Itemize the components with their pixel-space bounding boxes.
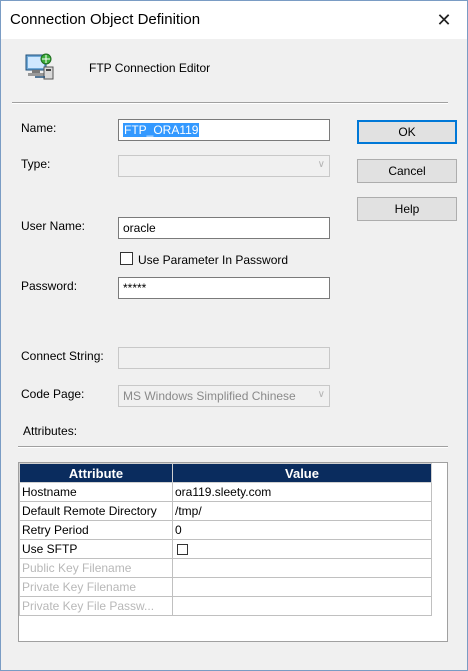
chevron-down-icon: ∨ (317, 159, 325, 170)
name-label: Name: (21, 121, 57, 135)
ok-button-label: OK (398, 125, 416, 139)
table-row[interactable]: Hostname ora119.sleety.com (19, 482, 432, 502)
dialog-window: Connection Object Definition ✕ FTP Conne… (0, 0, 468, 671)
close-icon: ✕ (436, 9, 452, 30)
name-value: FTP_ORA119 (123, 123, 200, 137)
value-cell (172, 577, 432, 597)
attributes-divider (18, 446, 448, 448)
attributes-grid[interactable]: Attribute Value Hostname ora119.sleety.c… (18, 462, 448, 642)
table-row: Private Key File Passw... (19, 596, 432, 616)
attribute-cell: Retry Period (19, 520, 173, 540)
password-label: Password: (21, 279, 78, 293)
value-cell[interactable]: /tmp/ (172, 501, 432, 521)
attribute-cell: Hostname (19, 482, 173, 502)
code-page-value: MS Windows Simplified Chinese (123, 389, 296, 403)
table-header-row: Attribute Value (19, 463, 432, 483)
table-row: Public Key Filename (19, 558, 432, 578)
chevron-down-icon: ∨ (317, 389, 325, 400)
help-button-label: Help (394, 202, 420, 216)
column-header-value[interactable]: Value (172, 463, 432, 483)
attributes-table: Attribute Value Hostname ora119.sleety.c… (19, 463, 432, 616)
cancel-button-label: Cancel (388, 164, 426, 178)
use-parameter-label[interactable]: Use Parameter In Password (138, 253, 288, 267)
user-name-value: oracle (123, 221, 156, 235)
header-text: FTP Connection Editor (89, 61, 211, 75)
cancel-button[interactable]: Cancel (357, 159, 457, 183)
attributes-label: Attributes: (23, 424, 78, 438)
table-row[interactable]: Default Remote Directory /tmp/ (19, 501, 432, 521)
ok-button[interactable]: OK (357, 120, 457, 144)
user-name-label: User Name: (21, 219, 86, 233)
value-cell[interactable]: ora119.sleety.com (172, 482, 432, 502)
ftp-connection-icon (25, 53, 54, 80)
type-dropdown[interactable]: ∨ (118, 155, 330, 177)
column-header-attribute[interactable]: Attribute (19, 463, 173, 483)
value-cell[interactable] (172, 539, 432, 559)
connect-string-field[interactable] (118, 347, 330, 369)
name-field[interactable]: FTP_ORA119 (118, 119, 330, 141)
type-label: Type: (21, 157, 51, 171)
value-cell (172, 596, 432, 616)
attribute-cell: Public Key Filename (19, 558, 173, 578)
attribute-cell: Use SFTP (19, 539, 173, 559)
attribute-cell: Private Key Filename (19, 577, 173, 597)
use-parameter-checkbox[interactable] (120, 252, 133, 265)
value-cell (172, 558, 432, 578)
header-divider (12, 102, 448, 104)
use-sftp-checkbox[interactable] (177, 544, 188, 556)
password-field[interactable]: ***** (118, 277, 330, 299)
help-button[interactable]: Help (357, 197, 457, 221)
table-row: Private Key Filename (19, 577, 432, 597)
code-page-label: Code Page: (21, 387, 85, 401)
attribute-cell: Private Key File Passw... (19, 596, 173, 616)
window-title: Connection Object Definition (10, 11, 201, 28)
attribute-cell: Default Remote Directory (19, 501, 173, 521)
code-page-dropdown[interactable]: MS Windows Simplified Chinese ∨ (118, 385, 330, 407)
close-button[interactable]: ✕ (421, 1, 467, 39)
connect-string-label: Connect String: (21, 349, 104, 363)
value-cell[interactable]: 0 (172, 520, 432, 540)
table-row[interactable]: Use SFTP (19, 539, 432, 559)
password-value: ***** (123, 281, 147, 295)
user-name-field[interactable]: oracle (118, 217, 330, 239)
title-bar[interactable]: Connection Object Definition ✕ (1, 1, 467, 39)
table-row[interactable]: Retry Period 0 (19, 520, 432, 540)
